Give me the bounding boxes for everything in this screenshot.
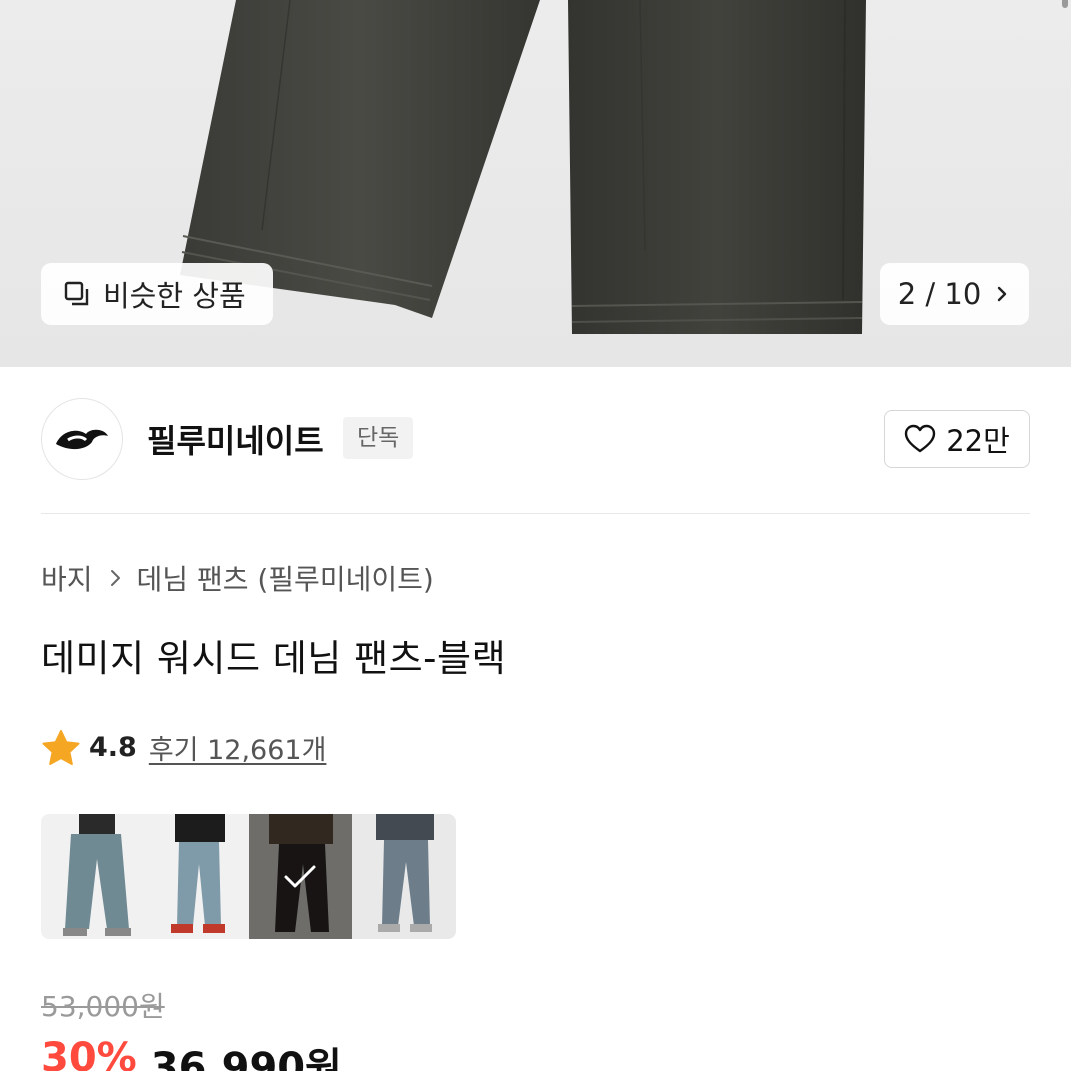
divider bbox=[41, 513, 1030, 514]
review-count-link[interactable]: 후기 12,661개 bbox=[149, 728, 327, 767]
image-counter-button[interactable]: 2 / 10 bbox=[880, 263, 1029, 325]
product-image-carousel[interactable]: 비슷한 상품 2 / 10 bbox=[0, 0, 1071, 367]
brand-row: 필루미네이트 단독 22만 bbox=[41, 398, 1030, 480]
color-option-black-selected[interactable] bbox=[248, 814, 353, 939]
heart-icon bbox=[905, 424, 936, 453]
scroll-indicator bbox=[1062, 0, 1068, 8]
checkmark-icon bbox=[284, 865, 316, 887]
swatch-thumbnail bbox=[41, 814, 145, 939]
breadcrumb-item-denim[interactable]: 데님 팬츠 (필루미네이트) bbox=[137, 558, 434, 598]
product-title: 데미지 워시드 데님 팬츠-블랙 bbox=[41, 637, 507, 680]
color-option-light-blue[interactable] bbox=[41, 814, 145, 939]
final-price: 36,990원 bbox=[150, 1045, 342, 1071]
original-price: 53,000원 bbox=[41, 990, 165, 1023]
chevron-right-icon bbox=[998, 286, 1007, 302]
chevron-right-icon bbox=[110, 570, 120, 586]
swatch-thumbnail bbox=[144, 814, 249, 939]
star-icon bbox=[42, 729, 80, 765]
brand-logo[interactable] bbox=[41, 398, 123, 480]
price-row: 30% 36,990원 bbox=[41, 1035, 342, 1071]
brand-logo-mark bbox=[56, 429, 108, 450]
selected-overlay bbox=[248, 814, 353, 939]
rating-score: 4.8 bbox=[89, 732, 137, 763]
breadcrumb-item-pants[interactable]: 바지 bbox=[41, 558, 93, 598]
copy-icon bbox=[64, 281, 89, 306]
similar-products-button[interactable]: 비슷한 상품 bbox=[41, 263, 273, 325]
color-option-blue[interactable] bbox=[144, 814, 249, 939]
discount-rate: 30% bbox=[41, 1035, 137, 1071]
breadcrumb: 바지 데님 팬츠 (필루미네이트) bbox=[41, 558, 434, 598]
exclusive-badge: 단독 bbox=[343, 417, 414, 459]
brand-like-button[interactable]: 22만 bbox=[884, 410, 1030, 468]
color-option-gray-blue[interactable] bbox=[352, 814, 456, 939]
color-options bbox=[41, 814, 456, 939]
image-counter-text: 2 / 10 bbox=[897, 277, 982, 311]
similar-products-label: 비슷한 상품 bbox=[103, 279, 246, 313]
rating-summary: 4.8 후기 12,661개 bbox=[41, 728, 326, 767]
brand-name[interactable]: 필루미네이트 bbox=[147, 416, 324, 462]
swatch-thumbnail bbox=[352, 814, 456, 939]
product-detail-page: 비슷한 상품 2 / 10 필루미네이트 단독 22만 바지 데님 팬츠 (필루… bbox=[0, 0, 1071, 1071]
like-count: 22만 bbox=[946, 424, 1010, 458]
